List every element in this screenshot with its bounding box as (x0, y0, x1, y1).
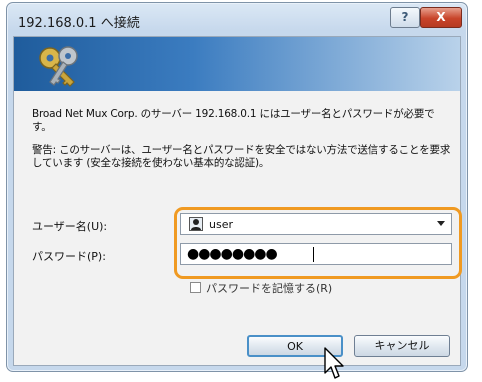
close-button[interactable]: X (420, 7, 462, 28)
intro-message: Broad Net Mux Corp. のサーバー 192.168.0.1 には… (32, 108, 435, 133)
remember-password-label[interactable]: パスワードを記憶する(R) (206, 280, 332, 296)
highlight-frame (174, 207, 462, 279)
dialog-body: Broad Net Mux Corp. のサーバー 192.168.0.1 には… (13, 36, 462, 379)
remember-password-checkbox[interactable] (190, 282, 201, 293)
cancel-button[interactable]: キャンセル (354, 335, 450, 357)
password-label: パスワード(P): (32, 250, 106, 263)
username-label: ユーザー名(U): (32, 220, 108, 233)
dialog-title: 192.168.0.1 へ接続 (18, 16, 140, 31)
connect-dialog: 192.168.0.1 へ接続 ? X Broad Net Mux Corp. … (6, 2, 468, 379)
warning-message: 警告: このサーバーは、ユーザー名とパスワードを安全ではない方法で送信することを… (32, 144, 451, 169)
keys-icon (39, 46, 78, 87)
mouse-cursor-icon (324, 347, 344, 379)
help-button[interactable]: ? (390, 7, 420, 28)
dialog-banner (14, 37, 460, 91)
title-bar[interactable]: 192.168.0.1 へ接続 ? X (7, 3, 467, 37)
